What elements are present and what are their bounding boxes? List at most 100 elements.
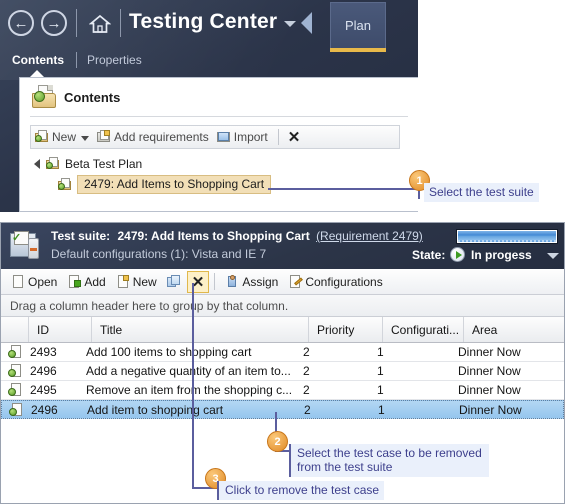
default-configurations-text: Default configurations (1): Vista and IE… <box>51 247 267 261</box>
cell-priority: 2 <box>303 383 310 397</box>
import-icon <box>216 130 231 144</box>
testing-center-window: ← → Testing Center Plan Contents Propert… <box>0 0 418 212</box>
test-case-icon <box>8 345 22 359</box>
cell-priority: 2 <box>303 364 310 378</box>
callout-3-text: Click to remove the test case <box>217 481 385 500</box>
nav-divider-1 <box>76 9 77 37</box>
cell-configurations: 1 <box>377 383 384 397</box>
cell-area: Dinner Now <box>458 364 521 378</box>
requirement-link[interactable]: (Requirement 2479) <box>316 229 423 243</box>
test-suite-title: 2479: Add Items to Shopping Cart <box>117 229 310 243</box>
grid-header-area[interactable]: Area <box>463 317 564 342</box>
active-tab-pointer <box>30 70 44 77</box>
grid-header-id[interactable]: ID <box>28 317 91 342</box>
test-suite-prefix: Test suite: <box>51 229 111 243</box>
add-requirements-icon <box>97 130 111 144</box>
test-suite-toolbar: Open Add New ✕ Assign Configurations <box>1 269 564 295</box>
add-requirements-button[interactable]: Add requirements <box>93 125 213 149</box>
callout-3-leader-vertical <box>192 283 194 488</box>
add-item-icon <box>67 274 82 289</box>
assign-button[interactable]: Assign <box>220 269 283 295</box>
callout-2-text: Select the test case to be removed from … <box>289 444 489 477</box>
play-circle-icon <box>450 247 465 262</box>
grid-header-priority[interactable]: Priority <box>308 317 382 342</box>
cell-id: 2496 <box>31 402 58 417</box>
chevron-down-icon[interactable] <box>284 21 296 27</box>
header-divider <box>30 116 408 117</box>
progress-bar-fill <box>458 231 556 242</box>
test-case-icon <box>8 364 22 378</box>
close-x-icon[interactable]: ✕ <box>285 128 304 146</box>
cell-configurations: 1 <box>378 402 385 417</box>
import-button[interactable]: Import <box>213 125 272 149</box>
cell-title: Add 100 items to shopping cart <box>86 345 252 359</box>
grid-header-row: ID Title Priority Configurati... Area <box>1 317 564 343</box>
copy-icon <box>166 274 181 289</box>
triangle-left-icon[interactable] <box>301 12 312 34</box>
table-row[interactable]: 2493 Add 100 items to shopping cart 2 1 … <box>1 343 564 362</box>
open-document-icon <box>11 274 25 289</box>
grid-header-title[interactable]: Title <box>91 317 308 342</box>
callout-2-badge: 2 <box>267 431 288 452</box>
new-item-icon <box>116 274 130 289</box>
cell-id: 2493 <box>30 345 57 359</box>
contents-panel: Contents New Add requirements Import ✕ B… <box>19 77 418 212</box>
cell-priority: 2 <box>303 345 310 359</box>
test-plan-icon <box>46 156 60 171</box>
configurations-icon <box>288 274 304 289</box>
cell-id: 2496 <box>30 364 57 378</box>
tree-root-row[interactable]: Beta Test Plan <box>30 153 400 174</box>
cell-area: Dinner Now <box>458 345 521 359</box>
configurations-button-label: Configurations <box>305 274 383 289</box>
chevron-down-icon[interactable] <box>547 253 559 259</box>
tab-plan[interactable]: Plan <box>330 2 386 48</box>
group-by-dropzone[interactable]: Drag a column header here to group by th… <box>1 295 564 317</box>
add-button-label: Add <box>84 274 106 289</box>
test-case-icon <box>9 402 23 417</box>
chevron-down-icon[interactable] <box>81 135 90 141</box>
cell-area: Dinner Now <box>458 383 521 397</box>
cell-id: 2495 <box>30 383 57 397</box>
assign-user-icon <box>225 274 239 289</box>
state-value[interactable]: In progess <box>471 248 532 262</box>
open-button-label: Open <box>28 274 58 289</box>
cell-title: Add a negative quantity of an item to... <box>86 364 291 378</box>
table-row[interactable]: 2495 Remove an item from the shopping c.… <box>1 381 564 400</box>
add-button[interactable]: Add <box>62 269 110 295</box>
test-suite-title-line: Test suite: 2479: Add Items to Shopping … <box>51 229 423 243</box>
table-row[interactable]: 2496 Add a negative quantity of an item … <box>1 362 564 381</box>
cell-priority: 2 <box>304 402 311 417</box>
nav-divider-2 <box>120 9 121 37</box>
forward-icon[interactable]: → <box>41 10 67 36</box>
page-title: Testing Center <box>129 10 278 33</box>
tree-item-test-suite[interactable]: 2479: Add Items to Shopping Cart <box>58 174 400 195</box>
home-icon[interactable] <box>88 14 112 34</box>
new-button[interactable]: New <box>111 269 162 295</box>
cell-title: Add item to shopping cart <box>87 402 224 417</box>
test-case-grid: ID Title Priority Configurati... Area 24… <box>1 317 564 419</box>
progress-bar <box>456 229 558 244</box>
close-x-icon[interactable]: ✕ <box>186 270 210 293</box>
grid-header-configurations[interactable]: Configurati... <box>382 317 463 342</box>
table-row[interactable]: 2496 Add item to shopping cart 2 1 Dinne… <box>1 400 564 419</box>
tree-item-test-suite-label: 2479: Add Items to Shopping Cart <box>77 175 272 194</box>
triangle-right-icon[interactable] <box>34 158 40 169</box>
copy-button[interactable] <box>162 269 186 295</box>
cell-configurations: 1 <box>377 364 384 378</box>
callout-1-text: Select the test suite <box>424 183 539 202</box>
configurations-button[interactable]: Configurations <box>283 269 387 295</box>
contents-panel-header: Contents <box>20 78 418 116</box>
new-button[interactable]: New <box>31 125 93 149</box>
tab-properties[interactable]: Properties <box>87 53 142 67</box>
folder-document-icon <box>32 85 58 109</box>
tree-root-label: Beta Test Plan <box>65 156 143 171</box>
new-button-label: New <box>132 274 157 289</box>
tab-contents[interactable]: Contents <box>12 53 64 67</box>
test-suite-header: ✓ Test suite: 2479: Add Items to Shoppin… <box>1 223 564 269</box>
grid-header-icon <box>1 317 28 342</box>
new-folder-icon <box>35 130 49 144</box>
back-icon[interactable]: ← <box>8 10 34 36</box>
import-label: Import <box>233 130 268 144</box>
cell-area: Dinner Now <box>459 402 522 417</box>
open-button[interactable]: Open <box>6 269 62 295</box>
